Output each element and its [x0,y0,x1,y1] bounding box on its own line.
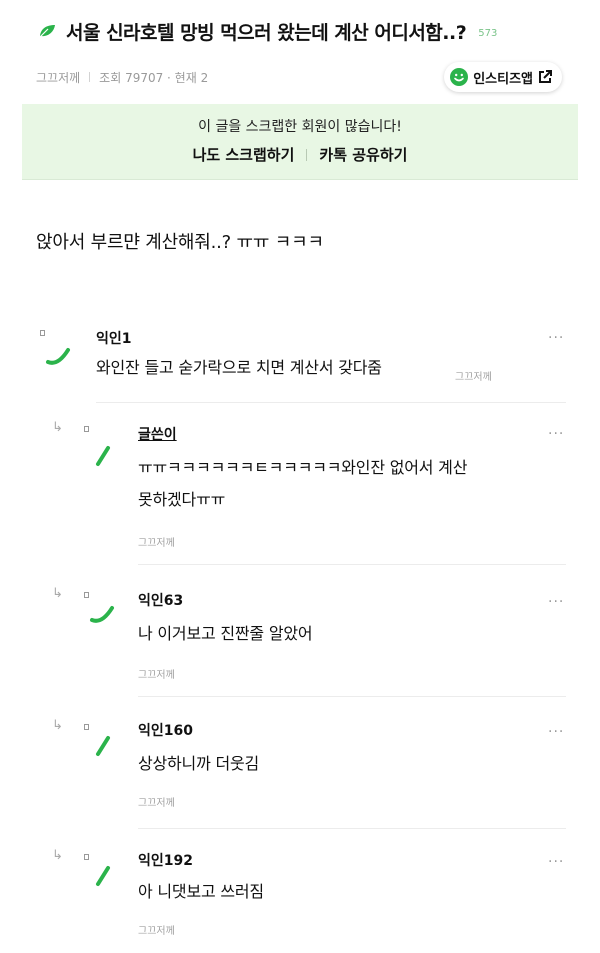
smile-icon [450,68,469,86]
external-link-icon [539,70,552,83]
comment-marker [84,592,89,598]
more-icon[interactable]: ··· [548,724,564,740]
scrap-actions: 나도 스크랩하기 카톡 공유하기 [22,144,578,165]
comment-marker [40,330,45,336]
comment-author[interactable]: 익인1 [96,328,132,348]
scrap-message: 이 글을 스크랩한 회원이 많습니다! [198,119,402,135]
comment-time: 그끄저께 [455,372,492,383]
comment-author[interactable]: 익인160 [138,720,193,740]
comment-time: 그끄저께 [138,926,175,937]
scrap-button[interactable]: 나도 스크랩하기 [193,144,295,165]
post-category: 그끄저께 [36,70,81,85]
meta-divider [89,72,91,82]
comment-marker [84,854,89,860]
post-title-row: 서울 신라호텔 망빙 먹으러 왔는데 계산 어디서함..? 573 [38,16,578,46]
comment-divider [138,696,566,697]
comment-author[interactable]: 글쓴이 [138,424,177,444]
comment-marker [84,426,89,432]
comment-author[interactable]: 익인192 [138,850,193,870]
reply-arrow-icon: ↳ [52,848,63,863]
comment-time: 그끄저께 [138,798,175,809]
more-icon[interactable]: ··· [548,426,564,442]
comment-divider [96,402,566,403]
comment-text-line: ㅠㅠㅋㅋㅋㅋㅋㅋㅌㅋㅋㅋㅋㅋ와인잔 없어서 계산 [138,458,468,477]
comment-marker [84,724,89,730]
comment-text-line: 못하겠다ㅠㅠ [138,490,226,509]
avatar-stroke-icon [90,606,114,623]
open-app-button[interactable]: 인스티즈앱 [444,62,562,92]
comment-item: 익인1 ··· 와인잔 들고 숟가락으로 치면 계산서 갖다줌 그끄저께 [0,318,600,402]
reply-item: ↳ 익인63 ··· 나 이거보고 진짠줄 알았어 그끄저께 [0,580,600,690]
leaf-icon [39,25,55,38]
comment-time: 그끄저께 [138,538,175,549]
reply-arrow-icon: ↳ [52,586,63,601]
reply-item: ↳ 글쓴이 ··· ㅠㅠㅋㅋㅋㅋㅋㅋㅌㅋㅋㅋㅋㅋ와인잔 없어서 계산 못하겠다ㅠ… [0,412,600,560]
reply-item: ↳ 익인192 ··· 아 니댓보고 쓰러짐 그끄저께 [0,842,600,952]
comment-text: 나 이거보고 진짠줄 알았어 [138,624,313,643]
post-meta: 그끄저께 조회 79707 · 현재 2 인스티즈앱 [36,62,566,92]
comment-count[interactable]: 573 [478,28,497,39]
post-views: 조회 79707 · 현재 2 [99,70,209,85]
avatar-stroke-icon [96,446,110,466]
more-icon[interactable]: ··· [548,854,564,870]
avatar-stroke-icon [46,348,70,365]
comment-text: 와인잔 들고 숟가락으로 치면 계산서 갖다줌 [96,358,382,377]
avatar-stroke-icon [96,736,110,756]
more-icon[interactable]: ··· [548,594,564,610]
scrap-banner: 이 글을 스크랩한 회원이 많습니다! 나도 스크랩하기 카톡 공유하기 [22,104,578,180]
post-title: 서울 신라호텔 망빙 먹으러 왔는데 계산 어디서함..? [66,21,467,44]
avatar-stroke-icon [96,866,110,886]
comment-divider [138,564,566,565]
post-body: 앉아서 부르먄 계산해줘..? ㅠㅠ ㅋㅋㅋ [36,232,324,253]
reply-arrow-icon: ↳ [52,718,63,733]
comment-time: 그끄저께 [138,670,175,681]
reply-arrow-icon: ↳ [52,420,63,435]
meta-info: 그끄저께 조회 79707 · 현재 2 [36,69,208,86]
open-app-label: 인스티즈앱 [473,71,533,87]
scrap-divider [306,148,308,161]
reply-item: ↳ 익인160 ··· 상상하니까 더웃김 그끄저께 [0,712,600,822]
comment-divider [138,828,566,829]
kakao-share-button[interactable]: 카톡 공유하기 [319,144,407,165]
comment-text: 아 니댓보고 쓰러짐 [138,882,264,901]
more-icon[interactable]: ··· [548,330,564,346]
comment-text: 상상하니까 더웃김 [138,754,260,773]
comment-author[interactable]: 익인63 [138,590,183,610]
